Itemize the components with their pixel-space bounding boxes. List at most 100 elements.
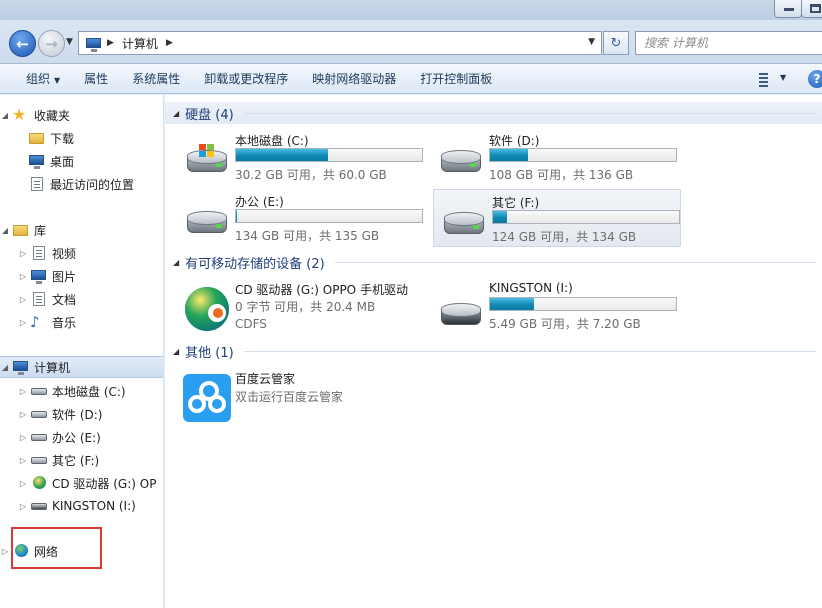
properties-button[interactable]: 属性 bbox=[72, 70, 120, 87]
nav-pictures[interactable]: ▷ 图片 bbox=[0, 265, 163, 287]
arrow-right-icon: → bbox=[45, 34, 58, 53]
hard-drive-icon bbox=[437, 136, 485, 180]
computer-icon bbox=[85, 36, 101, 52]
nav-desktop[interactable]: 桌面 bbox=[0, 150, 163, 172]
nav-drive-d[interactable]: ▷ 软件 (D:) bbox=[0, 403, 163, 425]
expand-arrow-icon[interactable]: ▷ bbox=[18, 456, 28, 465]
expand-arrow-icon[interactable]: ▷ bbox=[18, 295, 28, 304]
usage-bar bbox=[489, 297, 677, 311]
breadcrumb-separator-icon[interactable]: ▶ bbox=[166, 38, 173, 48]
nav-drive-e-label: 办公 (E:) bbox=[52, 430, 101, 445]
nav-drive-g[interactable]: ▷ CD 驱动器 (G:) OP bbox=[0, 472, 163, 494]
collapse-arrow-icon[interactable]: ◢ bbox=[0, 226, 10, 235]
drive-tile-i[interactable]: KINGSTON (I:) 5.49 GB 可用，共 7.20 GB bbox=[431, 277, 679, 335]
nav-documents[interactable]: ▷ 文档 bbox=[0, 288, 163, 310]
nav-downloads[interactable]: 下载 bbox=[0, 127, 163, 149]
app-tile-baidu[interactable]: 百度云管家 双击运行百度云管家 bbox=[177, 366, 425, 424]
videos-icon bbox=[30, 245, 48, 261]
hard-drive-icon bbox=[30, 429, 48, 445]
free-space: 0 字节 可用，共 20.4 MB bbox=[235, 300, 376, 314]
desktop-icon bbox=[28, 153, 46, 169]
organize-button[interactable]: 组织 ▼ bbox=[0, 70, 72, 87]
drive-tile-e[interactable]: 办公 (E:) 134 GB 可用，共 135 GB bbox=[177, 189, 425, 247]
back-button[interactable]: ← bbox=[9, 30, 36, 57]
baidu-cloud-icon bbox=[183, 374, 231, 422]
expand-arrow-icon[interactable]: ▷ bbox=[18, 479, 28, 488]
collapse-arrow-icon[interactable]: ◢ bbox=[0, 111, 10, 120]
free-space: 5.49 GB 可用，共 7.20 GB bbox=[489, 317, 641, 331]
nav-drive-i[interactable]: ▷ KINGSTON (I:) bbox=[0, 495, 163, 517]
usb-drive-icon bbox=[437, 285, 485, 329]
command-toolbar: 组织 ▼ 属性 系统属性 卸载或更改程序 映射网络驱动器 打开控制面板 ▼ ? bbox=[0, 64, 822, 94]
system-properties-button[interactable]: 系统属性 bbox=[120, 70, 192, 87]
library-icon bbox=[12, 222, 30, 238]
free-space: 30.2 GB 可用，共 60.0 GB bbox=[235, 168, 387, 182]
drive-tile-f[interactable]: 其它 (F:) 124 GB 可用，共 134 GB bbox=[433, 189, 681, 247]
help-icon[interactable]: ? bbox=[808, 70, 822, 88]
view-options-dropdown[interactable]: ▼ bbox=[780, 73, 786, 82]
downloads-folder-icon bbox=[28, 130, 46, 146]
nav-downloads-label: 下载 bbox=[50, 131, 75, 146]
drive-name: 软件 (D:) bbox=[489, 134, 540, 148]
expand-arrow-icon[interactable]: ▷ bbox=[18, 387, 28, 396]
expand-arrow-icon[interactable]: ▷ bbox=[18, 318, 28, 327]
chevron-down-icon: ▼ bbox=[54, 76, 61, 85]
nav-music[interactable]: ▷ ♪ 音乐 bbox=[0, 311, 163, 333]
nav-recent-places[interactable]: 最近访问的位置 bbox=[0, 173, 163, 195]
expand-arrow-icon[interactable]: ▷ bbox=[18, 502, 28, 511]
expand-arrow-icon[interactable]: ▷ bbox=[18, 249, 28, 258]
expand-arrow-icon[interactable]: ▷ bbox=[0, 547, 10, 556]
address-bar[interactable]: ▶ 计算机 ▶ ▼ bbox=[78, 31, 602, 55]
nav-drive-c[interactable]: ▷ 本地磁盘 (C:) bbox=[0, 380, 163, 402]
uninstall-program-button[interactable]: 卸载或更改程序 bbox=[192, 70, 300, 87]
expand-arrow-icon[interactable]: ▷ bbox=[18, 433, 28, 442]
nav-drive-i-label: KINGSTON (I:) bbox=[52, 499, 136, 513]
collapse-arrow-icon[interactable]: ◢ bbox=[173, 109, 179, 118]
nav-libraries[interactable]: ◢ 库 bbox=[0, 219, 163, 241]
search-input[interactable] bbox=[644, 36, 804, 50]
nav-pictures-label: 图片 bbox=[52, 269, 77, 284]
usb-drive-icon bbox=[30, 498, 48, 514]
nav-documents-label: 文档 bbox=[52, 292, 77, 307]
organize-label: 组织 bbox=[26, 72, 51, 86]
windows-drive-icon bbox=[30, 383, 48, 399]
refresh-button[interactable]: ↻ bbox=[603, 31, 629, 55]
nav-drive-c-label: 本地磁盘 (C:) bbox=[52, 384, 126, 399]
nav-computer[interactable]: ◢ 计算机 bbox=[0, 356, 163, 378]
collapse-arrow-icon[interactable]: ◢ bbox=[173, 347, 179, 356]
group-header-other[interactable]: ◢ 其他 (1) bbox=[165, 340, 822, 362]
usage-bar-fill bbox=[236, 210, 238, 222]
group-header-hdd[interactable]: ◢ 硬盘 (4) bbox=[165, 102, 822, 124]
drive-tile-g[interactable]: CD 驱动器 (G:) OPPO 手机驱动 0 字节 可用，共 20.4 MB … bbox=[177, 277, 425, 335]
collapse-arrow-icon[interactable]: ◢ bbox=[0, 363, 10, 372]
group-header-removable[interactable]: ◢ 有可移动存储的设备 (2) bbox=[165, 251, 822, 273]
nav-drive-f[interactable]: ▷ 其它 (F:) bbox=[0, 449, 163, 471]
drive-tile-c[interactable]: 本地磁盘 (C:) 30.2 GB 可用，共 60.0 GB bbox=[177, 128, 425, 186]
expand-arrow-icon[interactable]: ▷ bbox=[18, 410, 28, 419]
address-dropdown-icon[interactable]: ▼ bbox=[588, 37, 595, 47]
hard-drive-icon bbox=[30, 406, 48, 422]
open-control-panel-button[interactable]: 打开控制面板 bbox=[408, 70, 504, 87]
collapse-arrow-icon[interactable]: ◢ bbox=[173, 258, 179, 267]
forward-button[interactable]: → bbox=[38, 30, 65, 57]
breadcrumb-separator-icon[interactable]: ▶ bbox=[107, 38, 114, 48]
map-network-drive-button[interactable]: 映射网络驱动器 bbox=[300, 70, 408, 87]
drive-tile-d[interactable]: 软件 (D:) 108 GB 可用，共 136 GB bbox=[431, 128, 679, 186]
change-view-icon[interactable] bbox=[755, 71, 771, 87]
search-box[interactable] bbox=[635, 31, 822, 55]
star-icon: ★ bbox=[12, 105, 27, 124]
nav-favorites[interactable]: ◢ ★ 收藏夹 bbox=[0, 104, 163, 126]
hard-drive-icon bbox=[30, 452, 48, 468]
windows-drive-icon bbox=[183, 136, 231, 180]
nav-drive-d-label: 软件 (D:) bbox=[52, 407, 103, 422]
usage-bar-fill bbox=[490, 149, 529, 161]
recent-pages-dropdown[interactable]: ▼ bbox=[66, 37, 73, 47]
breadcrumb-computer[interactable]: 计算机 bbox=[122, 35, 158, 52]
nav-drive-g-label: CD 驱动器 (G:) OP bbox=[52, 476, 157, 491]
expand-arrow-icon[interactable]: ▷ bbox=[18, 272, 28, 281]
usage-bar bbox=[489, 148, 677, 162]
nav-drive-e[interactable]: ▷ 办公 (E:) bbox=[0, 426, 163, 448]
nav-videos[interactable]: ▷ 视频 bbox=[0, 242, 163, 264]
minimize-button[interactable] bbox=[774, 0, 802, 18]
maximize-button[interactable] bbox=[801, 0, 822, 18]
